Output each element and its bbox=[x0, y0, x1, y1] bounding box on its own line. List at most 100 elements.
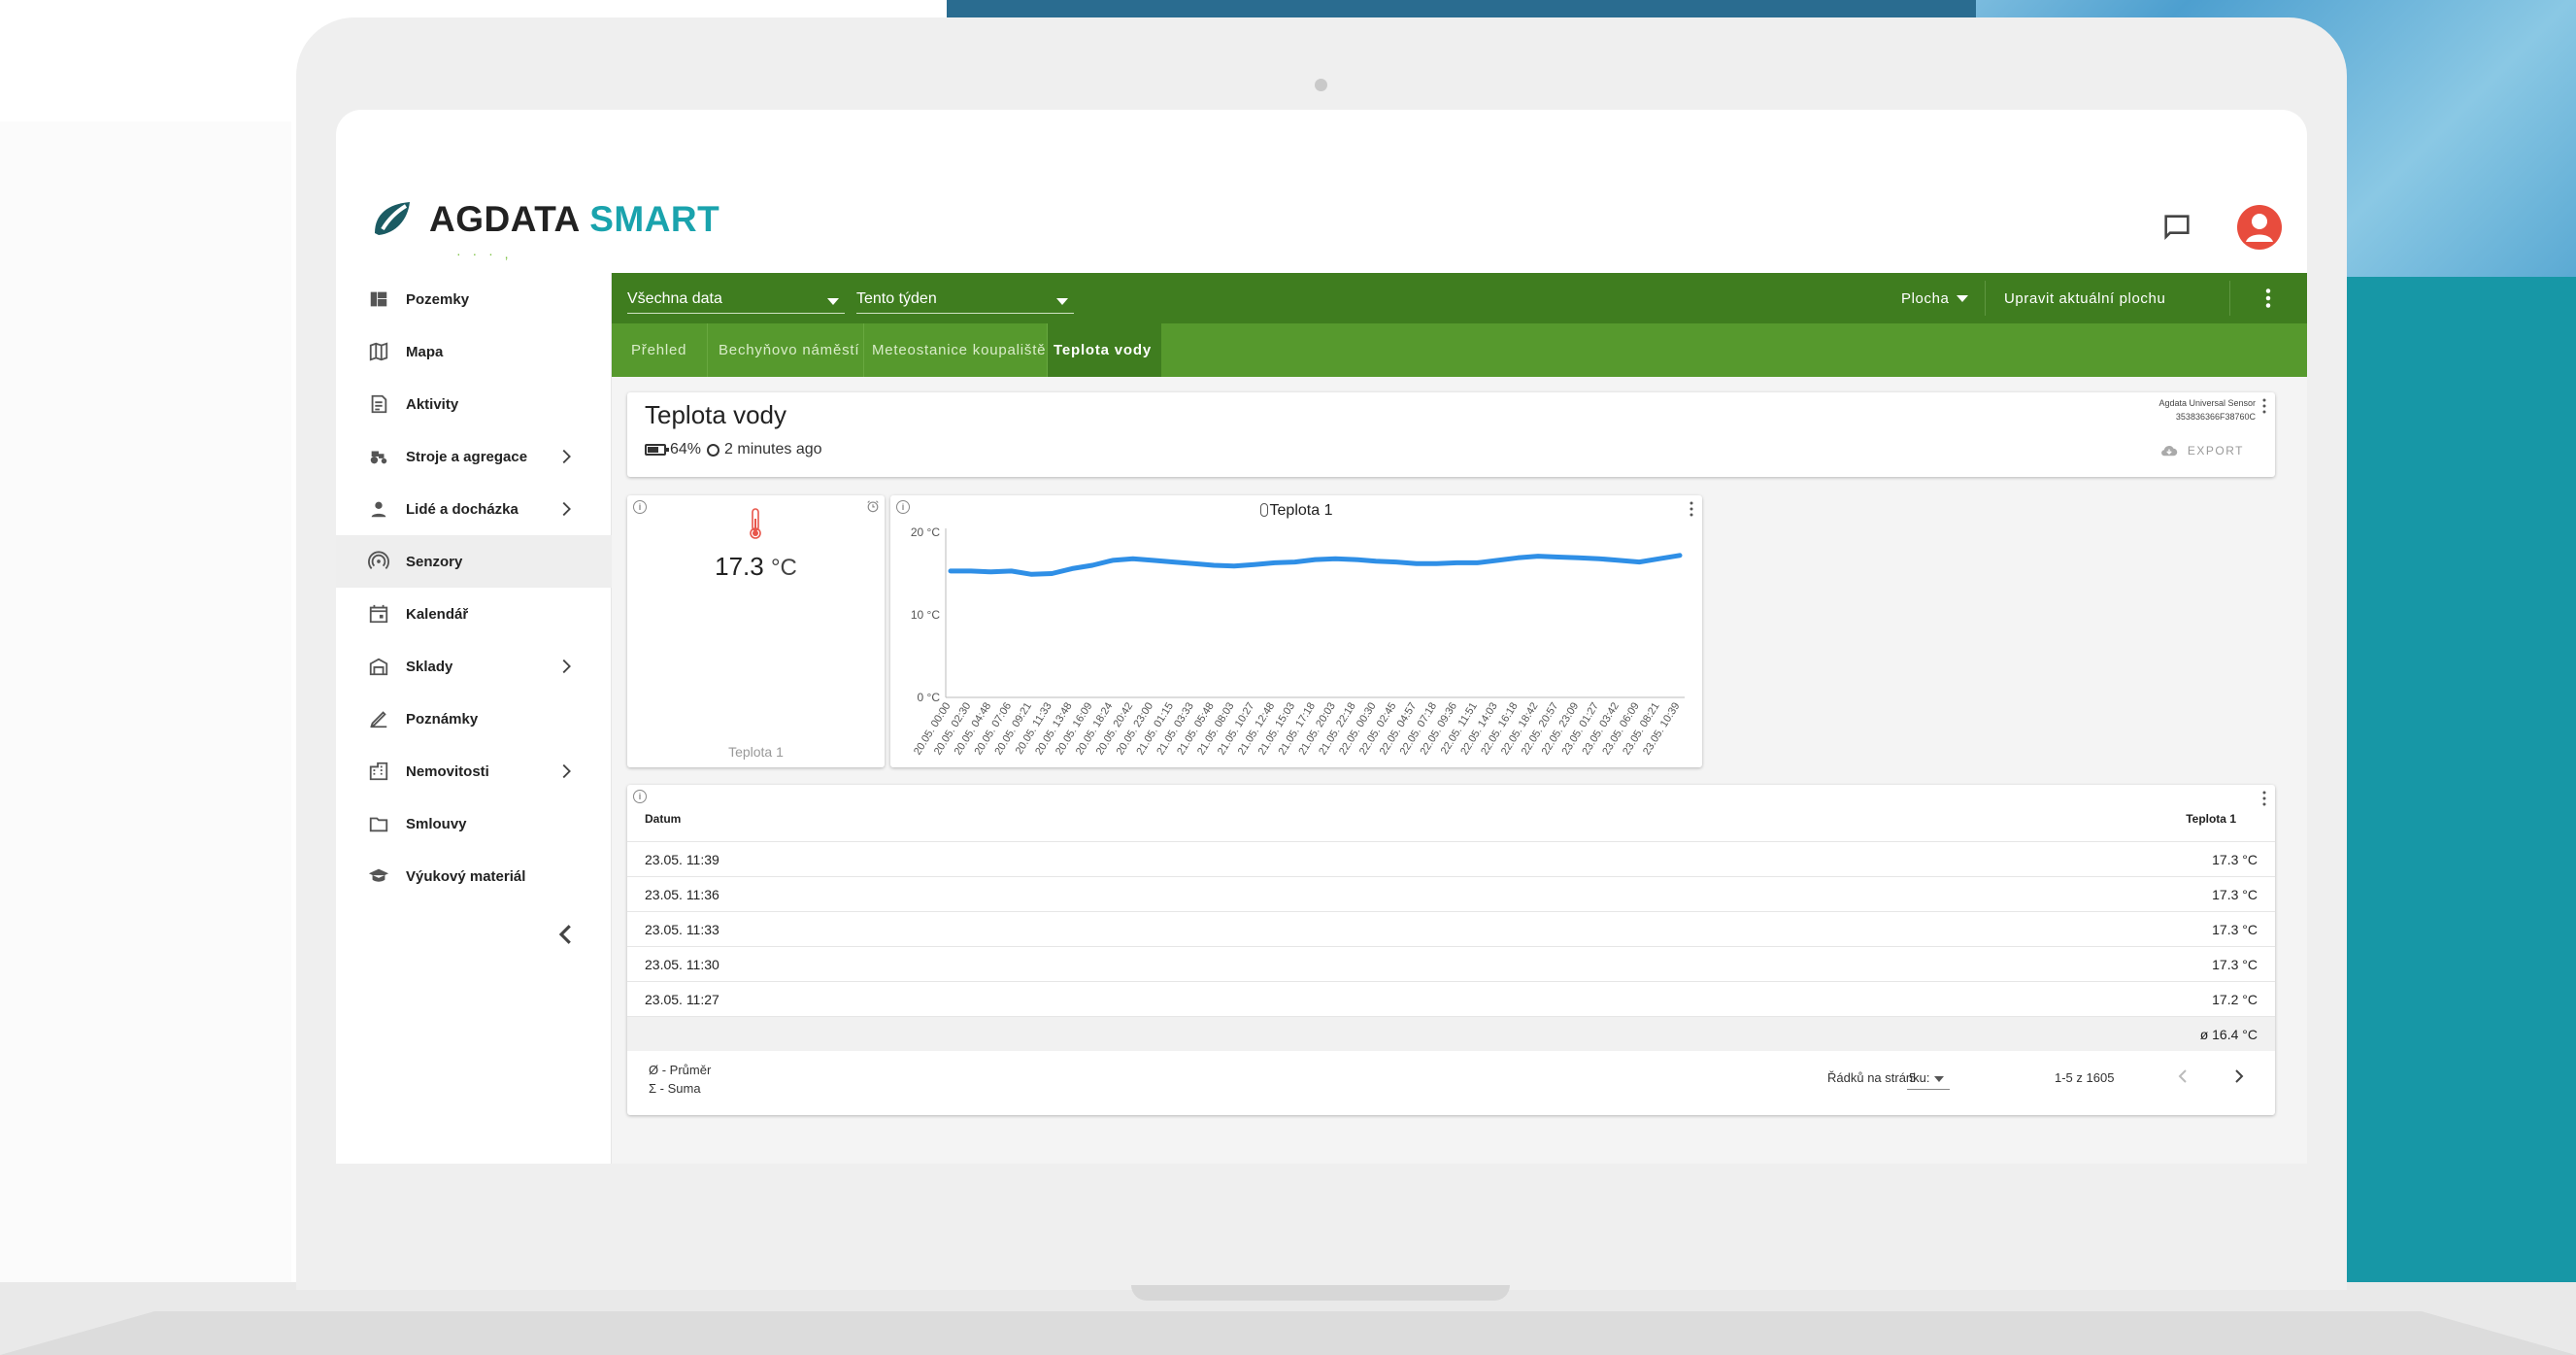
warehouse-icon bbox=[367, 655, 390, 678]
temperature-chart: i Teplota 1 0 °C 10 °C 20 °C 20.05. 00:00 20… bbox=[890, 495, 1702, 767]
map-icon bbox=[367, 340, 390, 363]
sidebar-item-stroje[interactable]: Stroje a agregace bbox=[336, 430, 612, 483]
y-tick-label: 20 °C bbox=[911, 525, 940, 539]
sensor-status: 64% 2 minutes ago bbox=[645, 441, 822, 458]
sidebar-item-label: Nemovitosti bbox=[406, 762, 489, 780]
info-icon[interactable]: i bbox=[633, 790, 647, 803]
sidebar-item-label: Výukový materiál bbox=[406, 867, 526, 885]
app-header: AGDATA SMART · · · , bbox=[336, 110, 2307, 273]
column-header-teplota[interactable]: Teplota 1 bbox=[2186, 812, 2236, 826]
sidebar-item-smlouvy[interactable]: Smlouvy bbox=[336, 797, 612, 850]
brand-name: AGDATA SMART bbox=[429, 199, 720, 239]
table-row: 23.05. 11:39 17.3 °C bbox=[627, 841, 2275, 876]
cell-teplota: 17.3 °C bbox=[2212, 852, 2258, 867]
sidebar-item-kalendar[interactable]: Kalendář bbox=[336, 588, 612, 640]
sensor-header-card: Teplota vody 64% 2 minutes ago Agdata Un… bbox=[627, 392, 2275, 477]
tab-bechynovo-namesti[interactable]: Bechyňovo náměstí bbox=[713, 323, 865, 377]
main-content: Teplota vody 64% 2 minutes ago Agdata Un… bbox=[612, 377, 2307, 1164]
next-page-button[interactable] bbox=[2227, 1065, 2251, 1088]
last-update: 2 minutes ago bbox=[724, 441, 822, 457]
dropdown-arrow-icon bbox=[1056, 298, 1068, 305]
rows-per-page-select[interactable]: 5 bbox=[1907, 1065, 1950, 1090]
cloud-download-icon bbox=[2160, 446, 2178, 457]
battery-icon bbox=[645, 444, 669, 456]
chevron-right-icon[interactable] bbox=[555, 498, 577, 520]
legend-average: Ø - Průměr bbox=[649, 1063, 712, 1077]
sidebar-item-senzory[interactable]: Senzory bbox=[336, 535, 612, 588]
alarm-icon[interactable] bbox=[866, 499, 880, 513]
more-vert-icon[interactable] bbox=[2264, 288, 2272, 308]
table-row: 23.05. 11:30 17.3 °C bbox=[627, 946, 2275, 981]
cell-teplota: 17.2 °C bbox=[2212, 992, 2258, 1007]
clock-icon bbox=[707, 443, 720, 457]
laptop-camera bbox=[1315, 79, 1327, 91]
data-filter-select[interactable]: Všechna data bbox=[627, 287, 845, 314]
table-row: 23.05. 11:36 17.3 °C bbox=[627, 876, 2275, 911]
collapse-sidebar-button[interactable] bbox=[552, 920, 581, 949]
folder-icon bbox=[367, 812, 390, 835]
prev-page-button[interactable] bbox=[2171, 1065, 2194, 1088]
chevron-right-icon[interactable] bbox=[555, 656, 577, 677]
sidebar-item-label: Mapa bbox=[406, 343, 444, 360]
device-name: Agdata Universal Sensor bbox=[2158, 398, 2256, 408]
sidebar-item-label: Lidé a docházka bbox=[406, 500, 519, 518]
line-chart: 0 °C10 °C20 °C20.05. 00:0020.05. 02:3020… bbox=[911, 525, 1685, 757]
sidebar-item-aktivity[interactable]: Aktivity bbox=[336, 378, 612, 430]
school-icon bbox=[367, 864, 390, 888]
sidebar-item-nemovitosti[interactable]: Nemovitosti bbox=[336, 745, 612, 797]
export-button[interactable]: EXPORT bbox=[2160, 444, 2244, 457]
more-vert-icon[interactable] bbox=[2261, 791, 2267, 806]
sidebar-item-mapa[interactable]: Mapa bbox=[336, 325, 612, 378]
cell-teplota: 17.3 °C bbox=[2212, 957, 2258, 972]
tab-prehled[interactable]: Přehled bbox=[625, 323, 692, 377]
average-row: ø 16.4 °C bbox=[627, 1016, 2275, 1051]
more-vert-icon[interactable] bbox=[2261, 398, 2267, 414]
logo[interactable]: AGDATA SMART bbox=[371, 199, 719, 240]
sidebar-item-label: Sklady bbox=[406, 658, 453, 675]
chat-icon[interactable] bbox=[2160, 211, 2193, 244]
tractor-icon bbox=[367, 445, 390, 468]
background-panel bbox=[0, 0, 291, 1282]
chevron-right-icon[interactable] bbox=[555, 761, 577, 782]
current-value-widget: i 17.3 °C Teplota 1 bbox=[627, 495, 885, 767]
dropdown-arrow-icon bbox=[1957, 294, 1969, 302]
dropdown-arrow-icon bbox=[1934, 1076, 1944, 1082]
sidebar-item-label: Aktivity bbox=[406, 395, 459, 413]
activity-icon bbox=[367, 392, 390, 416]
tab-separator bbox=[707, 323, 708, 377]
sidebar-item-vyukovy-material[interactable]: Výukový materiál bbox=[336, 850, 612, 902]
sidebar-item-label: Pozemky bbox=[406, 290, 470, 308]
sensor-icon bbox=[367, 550, 390, 573]
dashboard-menu-button[interactable]: Plocha bbox=[1901, 273, 1969, 323]
sidebar-item-sklady[interactable]: Sklady bbox=[336, 640, 612, 693]
cell-datum: 23.05. 11:33 bbox=[645, 922, 719, 937]
tab-meteostanice-koupaliste[interactable]: Meteostanice koupaliště bbox=[866, 323, 1052, 377]
sidebar-item-poznamky[interactable]: Poznámky bbox=[336, 693, 612, 745]
period-filter-select[interactable]: Tento týden bbox=[856, 287, 1074, 314]
sidebar-item-pozemky[interactable]: Pozemky bbox=[336, 273, 612, 325]
dashboard-icon bbox=[367, 288, 390, 311]
sidebar-item-label: Smlouvy bbox=[406, 815, 467, 832]
chevron-right-icon[interactable] bbox=[555, 446, 577, 467]
tab-bar: Přehled Bechyňovo náměstí Meteostanice k… bbox=[612, 323, 2307, 377]
cell-datum: 23.05. 11:27 bbox=[645, 992, 719, 1007]
sidebar-item-label: Stroje a agregace bbox=[406, 448, 528, 465]
account-icon[interactable] bbox=[2237, 205, 2282, 250]
teal-panel bbox=[2330, 277, 2576, 1287]
sidebar-item-lide[interactable]: Lidé a docházka bbox=[336, 483, 612, 535]
sidebar-item-label: Poznámky bbox=[406, 710, 479, 728]
info-icon[interactable]: i bbox=[633, 500, 647, 514]
toolbar: Všechna data Tento týden Plocha Upravit … bbox=[612, 273, 2307, 323]
average-value: ø 16.4 °C bbox=[2199, 1027, 2258, 1042]
thermometer-icon bbox=[750, 508, 761, 539]
leaf-logo-icon bbox=[375, 202, 410, 235]
data-table: i Datum Teplota 1 23.05. 11:39 17.3 °C 2… bbox=[627, 785, 2275, 1115]
tab-teplota-vody[interactable]: Teplota vody bbox=[1048, 323, 1161, 377]
tab-separator bbox=[863, 323, 864, 377]
sidebar-item-label: Kalendář bbox=[406, 605, 469, 623]
y-tick-label: 0 °C bbox=[918, 691, 941, 704]
column-header-datum[interactable]: Datum bbox=[645, 812, 681, 826]
value-caption: Teplota 1 bbox=[728, 744, 784, 760]
edit-dashboard-button[interactable]: Upravit aktuální plochu bbox=[2004, 273, 2165, 323]
y-tick-label: 10 °C bbox=[911, 608, 940, 622]
